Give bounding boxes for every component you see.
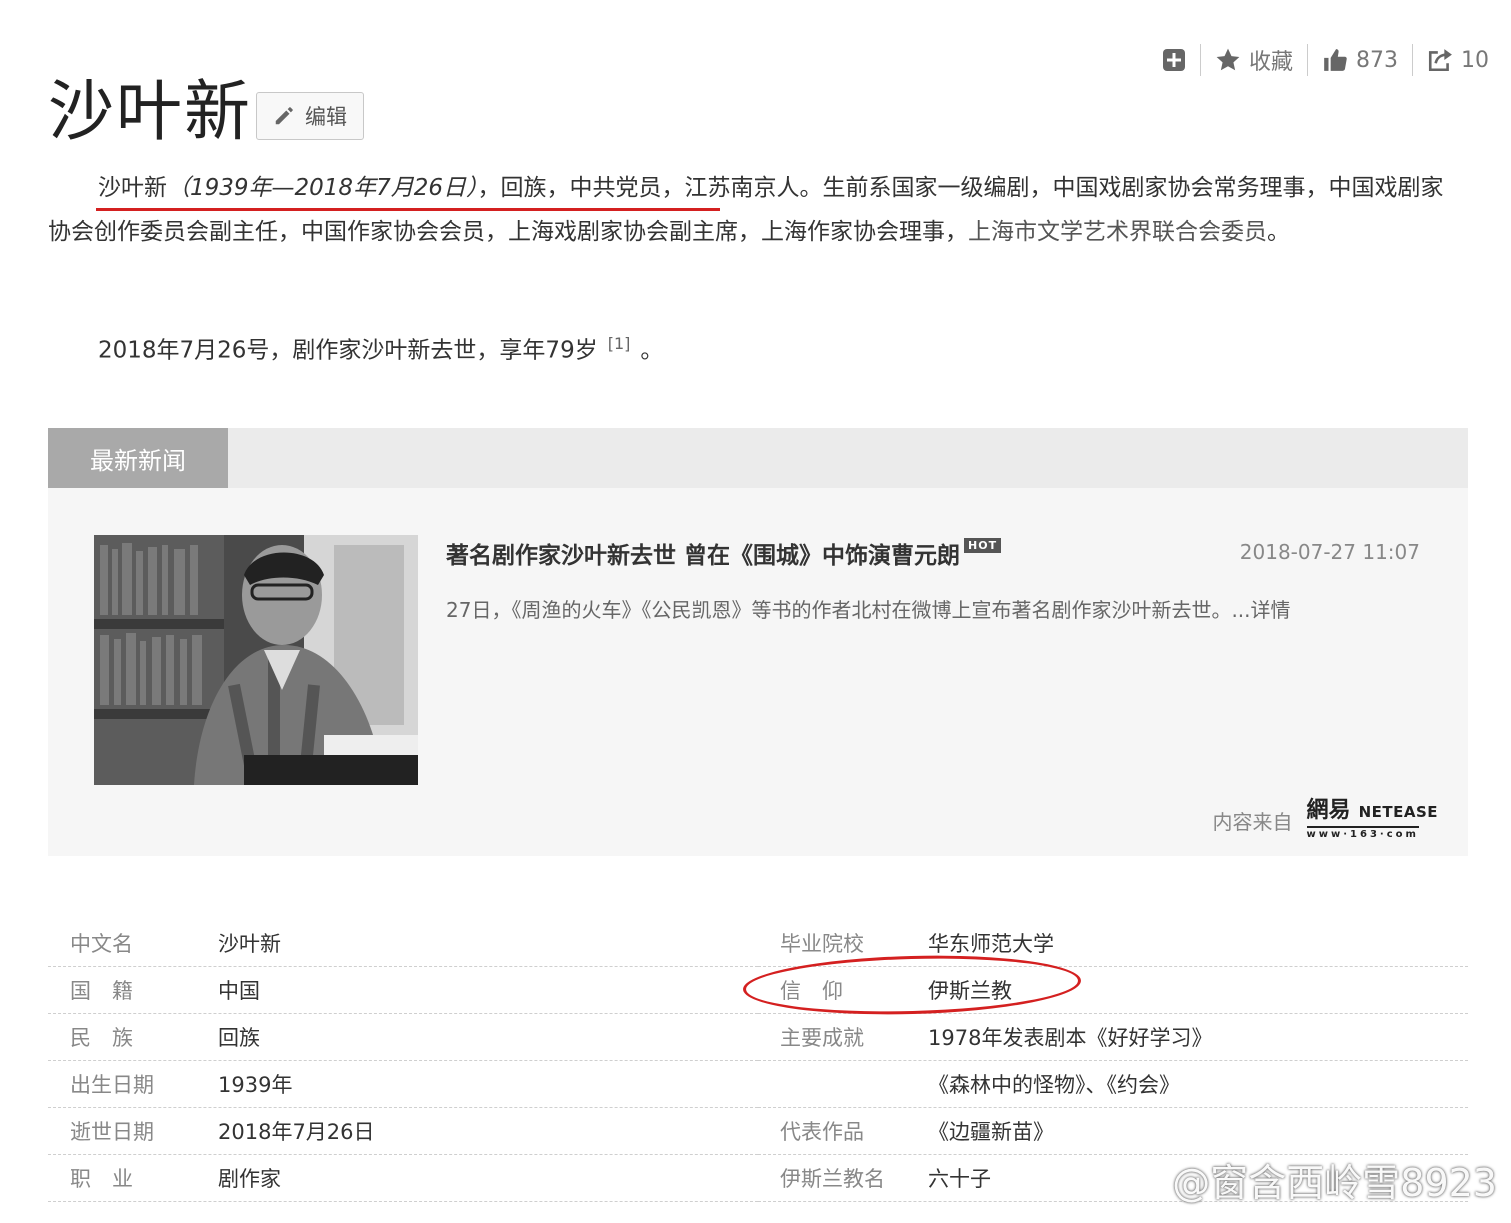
death-end: 。 bbox=[640, 337, 664, 364]
news-module: 最新新闻 著名剧作家沙叶新去世 曾在《围城》中饰演曹元朗 HOT 2018-07… bbox=[48, 428, 1468, 856]
info-key: 民 族 bbox=[70, 1026, 133, 1050]
summary-dates: （1939年—2018年7月26日） bbox=[167, 175, 478, 201]
death-text: 2018年7月26号，剧作家沙叶新去世，享年79岁 bbox=[98, 337, 598, 364]
info-value: 六十子 bbox=[928, 1167, 991, 1191]
share-button[interactable]: 10 bbox=[1413, 42, 1503, 78]
news-tabbar: 最新新闻 bbox=[48, 428, 1468, 488]
basic-info-left: 中文名 沙叶新 国 籍 中国 民 族 回族 出生日期 1939年 逝世日期 2018年7月… bbox=[48, 920, 758, 1202]
news-source: 内容来自 網易 NETEASE www·163·com bbox=[1213, 800, 1438, 840]
info-key: 国 籍 bbox=[70, 979, 133, 1003]
info-row: 民 族 回族 bbox=[48, 1014, 758, 1061]
news-item: 著名剧作家沙叶新去世 曾在《围城》中饰演曹元朗 HOT 2018-07-27 1… bbox=[48, 488, 1468, 856]
like-button[interactable]: 873 bbox=[1308, 42, 1412, 78]
info-value: 回族 bbox=[218, 1026, 260, 1050]
share-icon bbox=[1428, 49, 1452, 72]
edit-label: 编辑 bbox=[305, 105, 347, 129]
star-icon bbox=[1216, 48, 1240, 71]
add-button[interactable] bbox=[1148, 42, 1200, 78]
info-value: 华东师范大学 bbox=[928, 932, 1054, 956]
info-value: 《边疆新苗》 bbox=[928, 1120, 1054, 1144]
watermark-text: @窗含西岭雪8923 bbox=[1172, 1161, 1497, 1205]
reference-link[interactable]: [1] bbox=[608, 334, 631, 353]
info-row: 主要成就 1978年发表剧本《好好学习》 bbox=[758, 1014, 1468, 1061]
pencil-icon bbox=[275, 107, 293, 125]
news-description[interactable]: 27日，《周渔的火车》《公民凯恩》等书的作者北村在微博上宣布著名剧作家沙叶新去世… bbox=[446, 594, 1291, 623]
info-value: 1939年 bbox=[218, 1073, 293, 1097]
info-value: 2018年7月26日 bbox=[218, 1120, 375, 1144]
info-value: 沙叶新 bbox=[218, 932, 281, 956]
info-value: 中国 bbox=[218, 979, 260, 1003]
info-value: 剧作家 bbox=[218, 1167, 281, 1191]
info-row: 代表作品 《边疆新苗》 bbox=[758, 1108, 1468, 1155]
summary-name: 沙叶新 bbox=[98, 175, 167, 201]
red-underline-annotation bbox=[96, 208, 720, 211]
info-key: 职 业 bbox=[70, 1167, 133, 1191]
info-row: 中文名 沙叶新 bbox=[48, 920, 758, 967]
news-title: 著名剧作家沙叶新去世 曾在《围城》中饰演曹元朗 bbox=[446, 543, 961, 569]
share-count: 10 bbox=[1461, 47, 1489, 73]
info-key: 毕业院校 bbox=[780, 932, 864, 956]
info-key: 中文名 bbox=[70, 932, 133, 956]
logo-cn: 網易 bbox=[1306, 798, 1351, 823]
summary-end: 。 bbox=[1267, 219, 1290, 245]
portrait-image bbox=[94, 535, 418, 785]
info-key: 出生日期 bbox=[70, 1073, 154, 1097]
thumbs-up-icon bbox=[1324, 49, 1347, 71]
info-row: 出生日期 1939年 bbox=[48, 1061, 758, 1108]
info-key: 伊斯兰教名 bbox=[780, 1167, 885, 1191]
edit-button[interactable]: 编辑 bbox=[256, 92, 364, 140]
news-title-link[interactable]: 著名剧作家沙叶新去世 曾在《围城》中饰演曹元朗 HOT bbox=[446, 536, 1002, 570]
info-value: 1978年发表剧本《好好学习》 bbox=[928, 1026, 1213, 1050]
federation-link[interactable]: 上海市文学艺术界联合会委员 bbox=[968, 219, 1267, 245]
plus-square-icon bbox=[1162, 49, 1185, 71]
tab-latest-news[interactable]: 最新新闻 bbox=[48, 428, 228, 488]
info-row: 职 业 剧作家 bbox=[48, 1155, 758, 1202]
death-paragraph: 2018年7月26号，剧作家沙叶新去世，享年79岁 [1] 。 bbox=[48, 322, 1463, 373]
weibo-icon bbox=[1114, 1160, 1165, 1199]
info-row: 《森林中的怪物》、《约会》 bbox=[758, 1061, 1468, 1108]
favorite-label: 收藏 bbox=[1248, 50, 1293, 75]
logo-url: www·163·com bbox=[1306, 826, 1419, 840]
logo-en: NETEASE bbox=[1358, 803, 1438, 821]
like-count: 873 bbox=[1356, 47, 1398, 73]
weibo-watermark: @窗含西岭雪8923 bbox=[1114, 1152, 1497, 1207]
hot-badge: HOT bbox=[964, 537, 1002, 553]
info-row: 国 籍 中国 bbox=[48, 967, 758, 1014]
info-value: 《森林中的怪物》、《约会》 bbox=[928, 1073, 1180, 1097]
favorite-button[interactable]: 收藏 bbox=[1201, 42, 1307, 78]
source-label: 内容来自 bbox=[1212, 809, 1293, 834]
info-key: 主要成就 bbox=[780, 1026, 864, 1050]
info-row: 逝世日期 2018年7月26日 bbox=[48, 1108, 758, 1155]
news-photo[interactable] bbox=[94, 535, 418, 785]
info-key: 逝世日期 bbox=[70, 1120, 154, 1144]
page-title: 沙叶新 bbox=[48, 73, 252, 150]
news-date: 2018-07-27 11:07 bbox=[1239, 540, 1420, 564]
info-key: 代表作品 bbox=[780, 1120, 864, 1144]
top-toolbar: 收藏 873 10 bbox=[1148, 40, 1503, 80]
netease-logo[interactable]: 網易 NETEASE www·163·com bbox=[1306, 798, 1438, 840]
